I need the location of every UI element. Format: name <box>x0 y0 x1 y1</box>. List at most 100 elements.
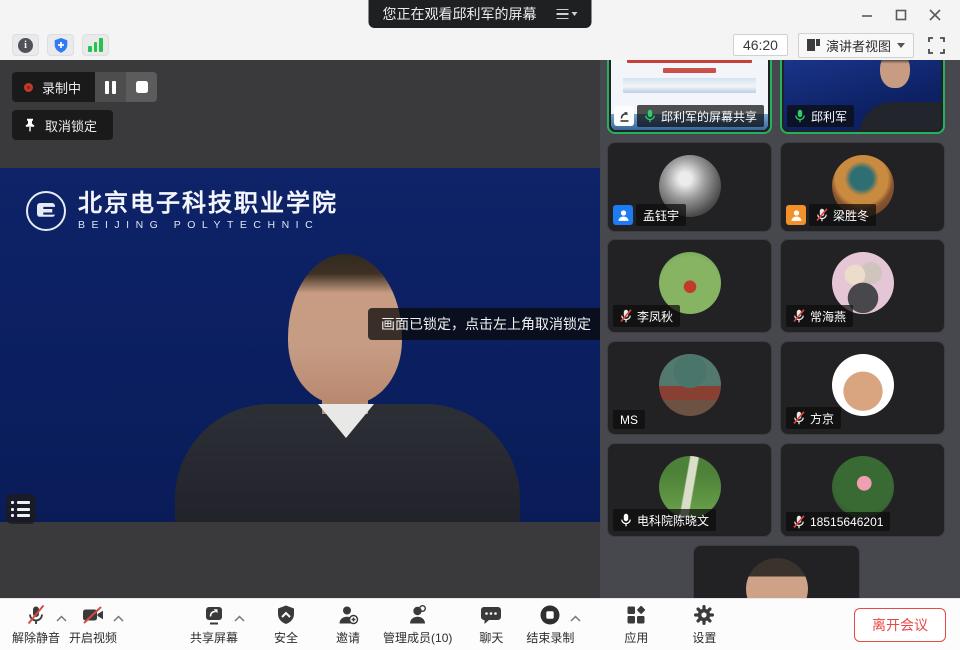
mic-on-icon <box>644 109 656 123</box>
avatar <box>832 456 894 518</box>
pin-icon <box>24 118 36 132</box>
mic-idle-icon <box>620 513 632 527</box>
participant-name: MS <box>620 413 638 427</box>
settings-button[interactable]: 设置 <box>681 603 727 646</box>
shield-plus-icon <box>53 37 69 54</box>
unmute-options-chevron[interactable] <box>56 609 67 627</box>
leave-meeting-button[interactable]: 离开会议 <box>854 608 946 642</box>
mic-muted-icon <box>816 208 828 222</box>
participant-name: 方京 <box>810 410 834 427</box>
security-shield-button[interactable] <box>47 34 74 56</box>
meeting-timer: 46:20 <box>733 34 788 56</box>
tile-fangjing[interactable]: 方京 <box>780 341 945 435</box>
recording-options-chevron[interactable] <box>570 609 581 627</box>
close-button[interactable] <box>918 0 952 30</box>
signal-bars-icon <box>88 38 103 52</box>
network-signal-button[interactable] <box>82 34 109 56</box>
layout-icon <box>807 39 820 51</box>
banner-chinese: 北京电子科技职业学院 <box>78 190 338 216</box>
stop-record-icon <box>539 603 561 627</box>
speaker-video: 北京电子科技职业学院 BEIJING POLYTECHNIC <box>0 168 600 522</box>
gear-icon <box>693 603 715 627</box>
participant-name: 18515646201 <box>810 515 883 529</box>
close-icon <box>929 9 941 21</box>
maximize-icon <box>895 9 907 21</box>
recording-control: 录制中 <box>12 72 157 102</box>
maximize-button[interactable] <box>884 0 918 30</box>
main-stage: 北京电子科技职业学院 BEIJING POLYTECHNIC 录制中 <box>0 60 600 598</box>
info-icon <box>18 38 33 53</box>
share-options-chevron[interactable] <box>234 609 245 627</box>
participant-name: 孟钰宇 <box>643 207 679 224</box>
recording-status: 录制中 <box>12 72 95 102</box>
video-options-chevron[interactable] <box>113 609 124 627</box>
watching-screen-title: 您正在观看邱利军的屏幕 <box>383 4 537 24</box>
audio-badge-icon <box>786 205 806 225</box>
tile-lifengqiu[interactable]: 李凤秋 <box>607 239 772 333</box>
view-mode-dropdown[interactable]: 演讲者视图 <box>798 33 914 58</box>
start-video-button[interactable]: 开启视频 <box>69 603 117 646</box>
meeting-info-button[interactable] <box>12 34 39 56</box>
mic-muted-icon <box>793 309 805 323</box>
tile-screen-share[interactable]: 邱利军的屏幕共享 <box>607 60 772 134</box>
titlebar: 您正在观看邱利军的屏幕 <box>0 0 960 30</box>
tile-changhaiyan[interactable]: 常海燕 <box>780 239 945 333</box>
tile-ms[interactable]: MS <box>607 341 772 435</box>
tile-liangshengdong[interactable]: 梁胜冬 <box>780 142 945 232</box>
participant-name: 邱利军的屏幕共享 <box>661 108 757 125</box>
university-banner: 北京电子科技职业学院 BEIJING POLYTECHNIC <box>26 190 338 231</box>
tile-child-video[interactable] <box>693 545 860 598</box>
watching-screen-pill: 您正在观看邱利军的屏幕 <box>369 0 592 28</box>
chevron-down-icon <box>572 12 578 16</box>
mic-on-icon <box>794 109 806 123</box>
security-shield-icon <box>276 603 296 627</box>
pause-icon <box>105 81 116 94</box>
security-button[interactable]: 安全 <box>263 603 309 646</box>
stop-icon <box>136 81 148 93</box>
audio-badge-icon <box>613 205 633 225</box>
chevron-down-icon <box>897 43 905 48</box>
chat-button[interactable]: 聊天 <box>468 603 514 646</box>
mic-muted-icon <box>620 309 632 323</box>
manage-members-button[interactable]: 管理成员(10) <box>383 603 452 646</box>
unpin-button[interactable]: 取消锁定 <box>12 110 113 140</box>
minimize-button[interactable] <box>850 0 884 30</box>
tile-mengyuyu[interactable]: 孟钰宇 <box>607 142 772 232</box>
tile-18515646201[interactable]: 18515646201 <box>780 443 945 537</box>
end-recording-button[interactable]: 结束录制 <box>526 603 574 646</box>
pause-recording-button[interactable] <box>95 72 126 102</box>
share-screen-icon <box>203 603 225 627</box>
apps-grid-icon <box>625 603 647 627</box>
mic-muted-icon <box>25 603 47 627</box>
participant-name: 梁胜冬 <box>833 207 869 224</box>
fullscreen-icon <box>928 37 945 54</box>
unmute-button[interactable]: 解除静音 <box>12 603 60 646</box>
apps-button[interactable]: 应用 <box>613 603 659 646</box>
tile-chenxiaowen[interactable]: 电科院陈晓文 <box>607 443 772 537</box>
recording-dot-icon <box>24 83 33 92</box>
share-screen-button[interactable]: 共享屏幕 <box>190 603 238 646</box>
view-mode-label: 演讲者视图 <box>826 36 891 55</box>
agenda-list-button[interactable] <box>6 494 36 524</box>
university-logo <box>26 191 66 231</box>
mic-muted-icon <box>793 411 805 425</box>
invite-button[interactable]: 邀请 <box>325 603 371 646</box>
avatar <box>659 354 721 416</box>
members-icon <box>407 603 429 627</box>
avatar <box>746 558 808 598</box>
banner-english: BEIJING POLYTECHNIC <box>78 219 338 231</box>
tile-qiulijun[interactable]: 邱利军 <box>780 60 945 134</box>
stop-recording-button[interactable] <box>126 72 157 102</box>
bottom-toolbar: 解除静音 开启视频 共享屏幕 安全 <box>0 598 960 650</box>
fullscreen-button[interactable] <box>924 34 948 56</box>
hamburger-icon <box>557 9 569 20</box>
chat-bubble-icon <box>480 603 502 627</box>
status-icons <box>12 34 109 56</box>
mic-muted-icon <box>793 515 805 529</box>
statusbar: 46:20 演讲者视图 <box>0 30 960 60</box>
screen-share-menu-button[interactable] <box>547 5 588 24</box>
participant-name: 邱利军 <box>811 108 847 125</box>
screen-share-indicator-icon <box>614 106 634 126</box>
statusbar-right: 46:20 演讲者视图 <box>733 33 948 58</box>
recording-label: 录制中 <box>42 78 81 97</box>
